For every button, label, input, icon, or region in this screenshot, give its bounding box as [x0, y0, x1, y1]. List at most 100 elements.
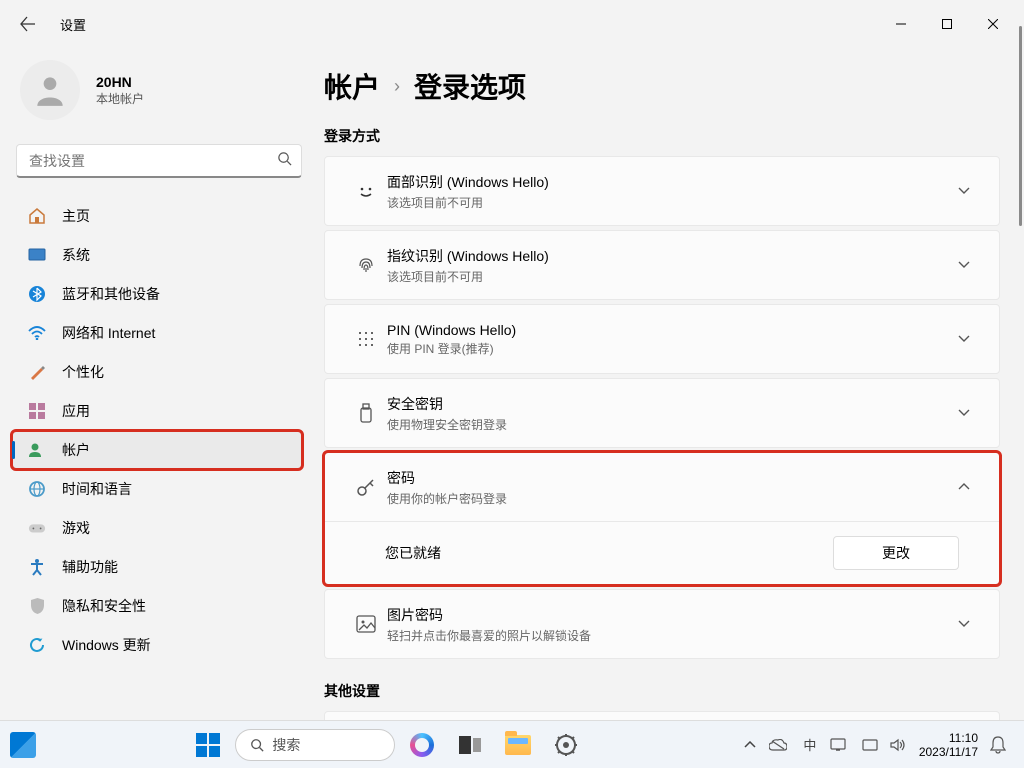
- ime-indicator: 中: [801, 737, 819, 753]
- taskbar-search-label: 搜索: [272, 735, 300, 755]
- chevron-down-icon: [949, 409, 979, 417]
- nav-list: 主页 系统 蓝牙和其他设备 网络和 Internet 个性化 应用: [8, 197, 310, 664]
- card-security-key[interactable]: 安全密钥 使用物理安全密钥登录: [324, 378, 1000, 448]
- nav-home[interactable]: 主页: [12, 197, 302, 235]
- update-icon: [28, 636, 46, 654]
- breadcrumb-current: 登录选项: [414, 66, 526, 106]
- maximize-button[interactable]: [924, 8, 970, 40]
- titlebar: 设置: [0, 0, 1024, 48]
- key-icon: [345, 476, 387, 498]
- window-title: 设置: [60, 15, 86, 34]
- tray-overflow[interactable]: [735, 737, 793, 753]
- nav-label: 蓝牙和其他设备: [62, 284, 160, 304]
- explorer-button[interactable]: [497, 724, 539, 766]
- nav-label: 系统: [62, 245, 90, 265]
- card-title: 指纹识别 (Windows Hello): [387, 246, 949, 266]
- minimize-button[interactable]: [878, 8, 924, 40]
- personalization-icon: [28, 363, 46, 381]
- nav-label: 帐户: [62, 440, 90, 460]
- search-input[interactable]: [16, 144, 302, 178]
- onedrive-icon[interactable]: [769, 737, 787, 753]
- close-button[interactable]: [970, 8, 1016, 40]
- chevron-down-icon: [949, 261, 979, 269]
- nav-system[interactable]: 系统: [12, 236, 302, 274]
- nav-label: Windows 更新: [62, 635, 151, 655]
- nav-personalization[interactable]: 个性化: [12, 353, 302, 391]
- card-subtitle: 轻扫并点击你最喜爱的照片以解锁设备: [387, 627, 949, 644]
- chevron-up-icon: [741, 737, 759, 753]
- nav-gaming[interactable]: 游戏: [12, 509, 302, 547]
- face-icon: [345, 180, 387, 202]
- card-picture-password[interactable]: 图片密码 轻扫并点击你最喜爱的照片以解锁设备: [324, 589, 1000, 659]
- nav-time[interactable]: 时间和语言: [12, 470, 302, 508]
- card-fingerprint[interactable]: 指纹识别 (Windows Hello) 该选项目前不可用: [324, 230, 1000, 300]
- privacy-icon: [28, 597, 46, 615]
- nav-accessibility[interactable]: 辅助功能: [12, 548, 302, 586]
- apps-icon: [28, 402, 46, 420]
- scrollbar[interactable]: [1014, 0, 1024, 720]
- clock-date: 2023/11/17: [919, 745, 978, 759]
- sidebar: 20HN 本地帐户 主页 系统 蓝: [0, 48, 310, 720]
- user-name: 20HN: [96, 74, 144, 90]
- card-pin[interactable]: PIN (Windows Hello) 使用 PIN 登录(推荐): [324, 304, 1000, 374]
- breadcrumb-parent[interactable]: 帐户: [324, 66, 380, 106]
- tray-network-sound[interactable]: [855, 737, 913, 753]
- widgets-icon: [10, 732, 36, 758]
- nav-label: 网络和 Internet: [62, 323, 155, 343]
- nav-bluetooth[interactable]: 蓝牙和其他设备: [12, 275, 302, 313]
- nav-label: 游戏: [62, 518, 90, 538]
- picture-icon: [345, 614, 387, 634]
- taskbar: 搜索 中 11:10 2023/11/17: [0, 720, 1024, 768]
- start-button[interactable]: [187, 724, 229, 766]
- user-type: 本地帐户: [96, 90, 144, 107]
- card-dynamic-lock[interactable]: 动态锁 离开时自动锁定设备: [324, 711, 1000, 720]
- card-title: PIN (Windows Hello): [387, 322, 949, 338]
- settings-taskbar-button[interactable]: [545, 724, 587, 766]
- card-title: 面部识别 (Windows Hello): [387, 172, 949, 192]
- chevron-up-icon: [949, 483, 979, 491]
- card-title: 安全密钥: [387, 394, 949, 414]
- nav-update[interactable]: Windows 更新: [12, 626, 302, 664]
- bell-icon: [990, 736, 1006, 754]
- gear-icon: [554, 733, 578, 757]
- widgets-button[interactable]: [6, 724, 40, 766]
- section-other-settings: 其他设置: [324, 681, 1000, 701]
- home-icon: [28, 207, 46, 225]
- card-title: 图片密码: [387, 605, 949, 625]
- notifications-button[interactable]: [984, 736, 1012, 754]
- nav-label: 时间和语言: [62, 479, 132, 499]
- time-icon: [28, 480, 46, 498]
- minimize-icon: [896, 19, 906, 29]
- nav-network[interactable]: 网络和 Internet: [12, 314, 302, 352]
- card-password[interactable]: 密码 使用你的帐户密码登录 您已就绪 更改: [324, 452, 1000, 585]
- nav-accounts[interactable]: 帐户: [12, 431, 302, 469]
- avatar-icon: [31, 71, 69, 109]
- clock-time: 11:10: [919, 731, 978, 745]
- card-subtitle: 使用物理安全密钥登录: [387, 416, 949, 433]
- password-status: 您已就绪: [385, 543, 833, 563]
- back-button[interactable]: [8, 4, 48, 44]
- network-icon: [28, 324, 46, 342]
- task-view-button[interactable]: [449, 724, 491, 766]
- network-tray-icon: [861, 737, 879, 753]
- copilot-button[interactable]: [401, 724, 443, 766]
- maximize-icon: [942, 19, 952, 29]
- chevron-down-icon: [949, 187, 979, 195]
- scrollbar-thumb[interactable]: [1019, 26, 1022, 226]
- clock[interactable]: 11:10 2023/11/17: [915, 731, 982, 759]
- card-subtitle: 该选项目前不可用: [387, 194, 949, 211]
- gaming-icon: [28, 519, 46, 537]
- nav-label: 应用: [62, 401, 90, 421]
- nav-apps[interactable]: 应用: [12, 392, 302, 430]
- section-signin-methods: 登录方式: [324, 126, 1000, 146]
- user-block[interactable]: 20HN 本地帐户: [8, 56, 310, 144]
- change-password-button[interactable]: 更改: [833, 536, 959, 570]
- back-arrow-icon: [20, 16, 36, 32]
- card-title: 密码: [387, 468, 949, 488]
- accounts-icon: [28, 441, 46, 459]
- task-view-icon: [459, 736, 481, 754]
- tray-ime[interactable]: 中: [795, 737, 853, 753]
- nav-privacy[interactable]: 隐私和安全性: [12, 587, 302, 625]
- taskbar-search[interactable]: 搜索: [235, 729, 395, 761]
- card-face-recognition[interactable]: 面部识别 (Windows Hello) 该选项目前不可用: [324, 156, 1000, 226]
